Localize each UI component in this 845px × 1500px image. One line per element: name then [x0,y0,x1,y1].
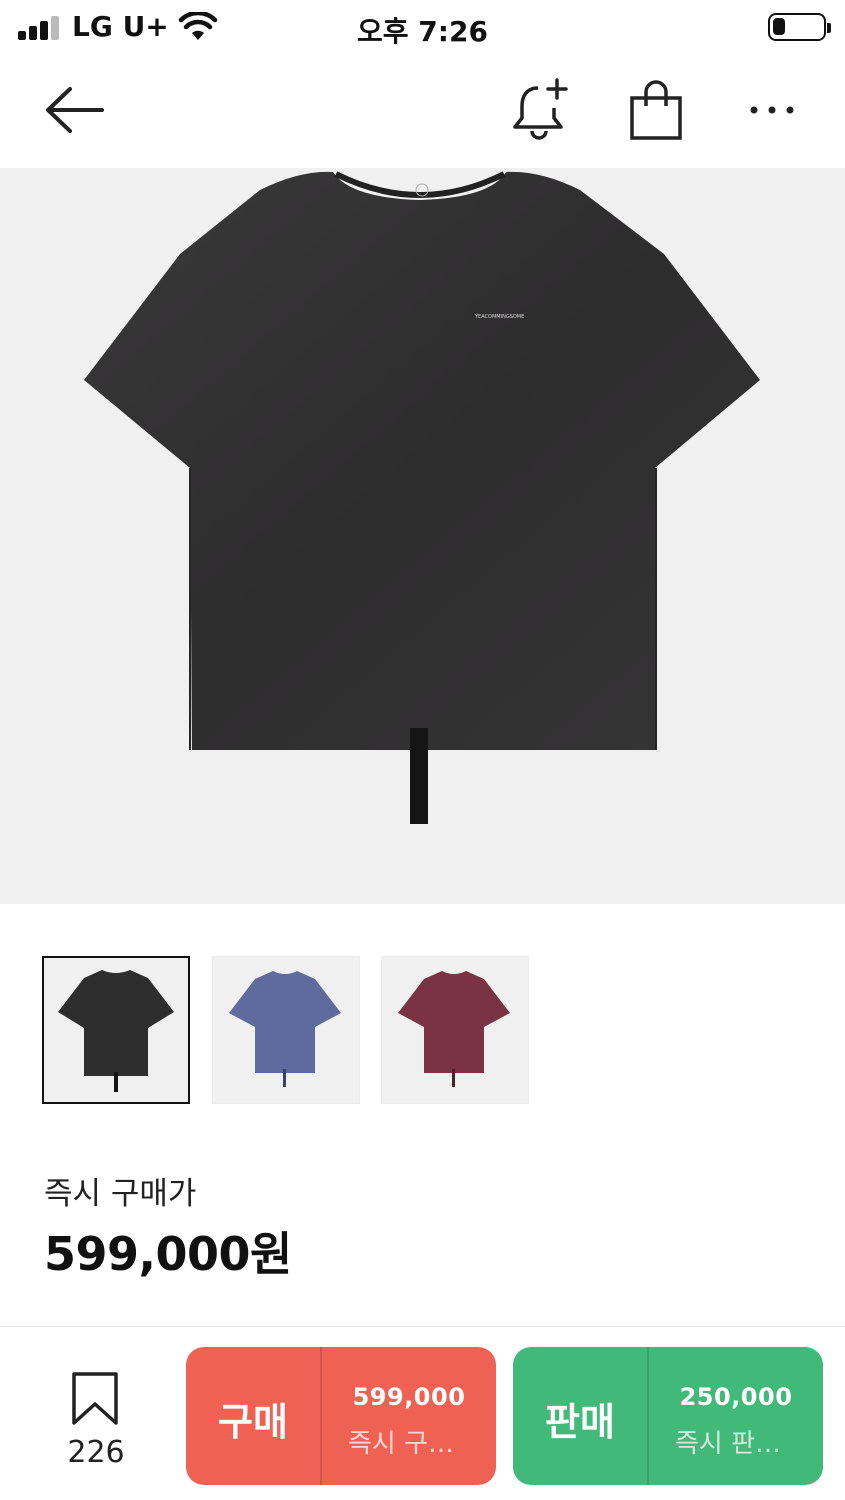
shopping-bag-icon [630,80,682,140]
buy-label: 구매 [218,1400,288,1444]
buy-sub-label: 즉시 구매가 [348,1429,468,1459]
bookmark-icon [72,1372,118,1425]
thumbnail-black[interactable] [42,956,190,1104]
sell-divider [647,1347,649,1485]
buy-button[interactable]: 구매 599,000 즉시 구매가 [186,1347,496,1485]
tshirt-image: YEACOMMINGSOME [84,171,760,824]
shirt-print-text: YEACOMMINGSOME [474,314,524,320]
more-options-button[interactable] [744,88,800,132]
thumbnail-burgundy[interactable] [381,956,529,1104]
wishlist-count: 226 [67,1435,125,1470]
sell-label: 판매 [545,1400,615,1444]
battery-icon [768,13,831,41]
bell-plus-icon [513,78,568,140]
status-time: 오후 7:26 [357,15,488,48]
product-hero-image[interactable]: YEACOMMINGSOME [0,168,845,904]
color-thumbnails [42,956,542,1106]
status-bar: LG U+ 오후 7:26 [0,0,845,56]
battery-level [773,18,785,35]
tshirt-thumbnail-image [229,971,341,1087]
shopping-bag-button[interactable] [624,78,688,142]
buy-divider [320,1347,322,1485]
add-alert-button[interactable] [508,78,574,142]
sell-sub-label: 즉시 판매가 [675,1429,795,1459]
instant-buy-price-value: 599,000원 [44,1227,292,1281]
wishlist-button[interactable]: 226 [56,1367,136,1470]
thumbnail-blue[interactable] [212,956,360,1104]
instant-buy-price-label: 즉시 구매가 [44,1176,197,1212]
sell-button[interactable]: 판매 250,000 즉시 판매가 [513,1347,823,1485]
top-nav [0,60,845,166]
sell-price: 250,000 [679,1383,793,1411]
more-dots-icon [750,106,794,114]
back-button[interactable] [40,80,110,140]
buy-price: 599,000 [352,1383,466,1411]
bottom-action-bar: 226 구매 599,000 즉시 구매가 판매 250,000 즉시 판매가 [0,1326,845,1500]
back-arrow-icon [46,87,104,133]
tshirt-thumbnail-image [398,971,510,1087]
tshirt-thumbnail-image [58,970,174,1092]
